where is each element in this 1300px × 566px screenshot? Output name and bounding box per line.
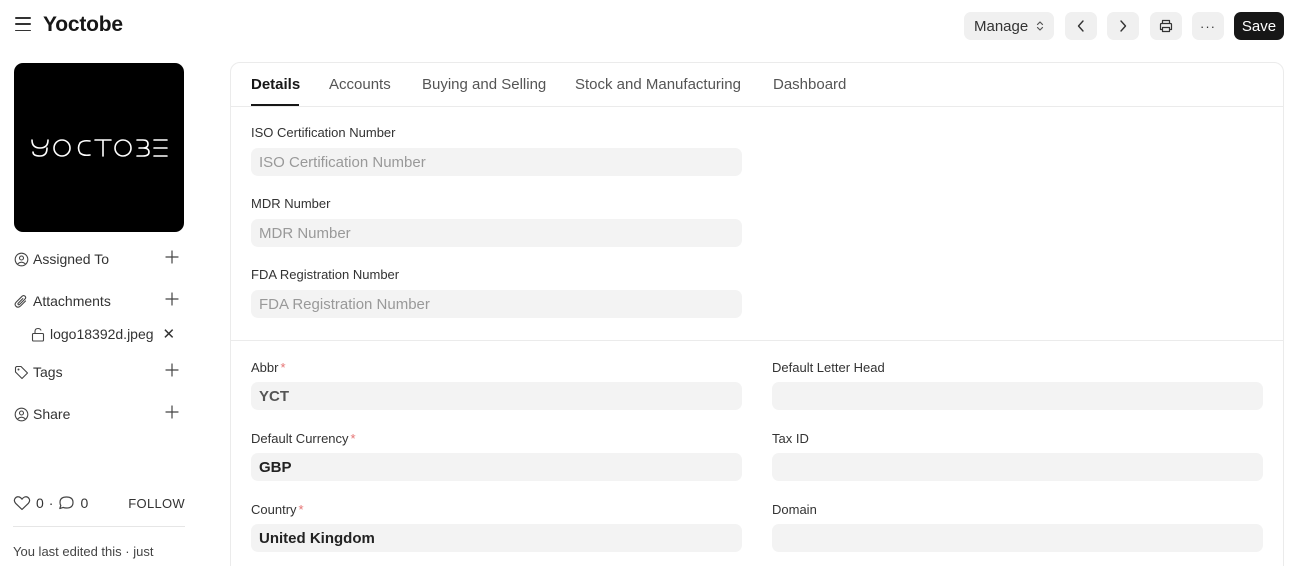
tab-details[interactable]: Details bbox=[251, 76, 300, 93]
sidebar-divider bbox=[13, 526, 185, 527]
tax-id-input[interactable] bbox=[772, 453, 1263, 481]
engagement-stats: 0 · 0 FOLLOW bbox=[13, 492, 185, 514]
default-letter-head-input[interactable] bbox=[772, 382, 1263, 410]
default-currency-label-text: Default Currency bbox=[251, 431, 349, 446]
company-logo[interactable] bbox=[14, 63, 184, 232]
manage-button[interactable]: Manage bbox=[964, 12, 1054, 40]
tags-label: Tags bbox=[33, 364, 63, 380]
country-input[interactable]: United Kingdom bbox=[251, 524, 742, 552]
mdr-number-label: MDR Number bbox=[251, 196, 331, 211]
share-row[interactable]: Share bbox=[13, 403, 183, 425]
tab-buying-and-selling[interactable]: Buying and Selling bbox=[422, 76, 546, 93]
menu-icon[interactable] bbox=[15, 17, 31, 31]
chevron-updown-icon bbox=[1036, 20, 1044, 32]
add-tag-plus-icon[interactable] bbox=[165, 363, 179, 377]
heart-icon[interactable] bbox=[13, 495, 31, 511]
previous-button[interactable] bbox=[1065, 12, 1097, 40]
stats-separator: · bbox=[48, 495, 54, 511]
remove-attachment-close-icon[interactable]: ✕ bbox=[163, 325, 176, 343]
tab-dashboard[interactable]: Dashboard bbox=[773, 76, 846, 93]
abbr-input[interactable]: YCT bbox=[251, 382, 742, 410]
more-options-button[interactable]: ··· bbox=[1192, 12, 1224, 40]
printer-icon bbox=[1159, 19, 1173, 33]
user-add-icon bbox=[13, 251, 29, 267]
assigned-to-label: Assigned To bbox=[33, 251, 110, 267]
required-asterisk: * bbox=[280, 360, 286, 375]
tab-accounts[interactable]: Accounts bbox=[329, 76, 391, 93]
chevron-left-icon bbox=[1077, 20, 1084, 32]
tags-row[interactable]: Tags bbox=[13, 361, 183, 383]
print-button[interactable] bbox=[1150, 12, 1182, 40]
attachment-file-item[interactable]: logo18392d.jpeg ✕ bbox=[30, 323, 190, 345]
share-label: Share bbox=[33, 406, 71, 422]
default-currency-label: Default Currency * bbox=[251, 431, 356, 446]
country-label-text: Country bbox=[251, 502, 297, 517]
domain-label: Domain bbox=[772, 502, 817, 517]
last-edited-text: You last edited this · just bbox=[13, 544, 154, 559]
comment-icon[interactable] bbox=[58, 495, 75, 511]
save-button[interactable]: Save bbox=[1234, 12, 1284, 40]
tax-id-label: Tax ID bbox=[772, 431, 809, 446]
active-tab-indicator bbox=[251, 104, 299, 106]
section-divider bbox=[231, 340, 1283, 341]
attachments-row[interactable]: Attachments bbox=[13, 290, 183, 312]
paperclip-icon bbox=[13, 293, 29, 309]
comments-count: 0 bbox=[80, 495, 89, 511]
form-card: Details Accounts Buying and Selling Stoc… bbox=[230, 62, 1284, 566]
fda-registration-input[interactable]: FDA Registration Number bbox=[251, 290, 742, 318]
tag-icon bbox=[13, 364, 29, 380]
follow-button[interactable]: FOLLOW bbox=[128, 496, 185, 511]
add-assignee-plus-icon[interactable] bbox=[165, 250, 179, 264]
tab-stock-and-manufacturing[interactable]: Stock and Manufacturing bbox=[575, 76, 741, 93]
required-asterisk: * bbox=[298, 502, 304, 517]
domain-input[interactable] bbox=[772, 524, 1263, 552]
attachments-label: Attachments bbox=[33, 293, 111, 309]
fda-registration-label: FDA Registration Number bbox=[251, 267, 400, 282]
yoctobe-logo-image bbox=[31, 138, 168, 157]
add-attachment-plus-icon[interactable] bbox=[165, 292, 179, 306]
page-title: Yoctobe bbox=[43, 13, 123, 36]
default-letter-head-label: Default Letter Head bbox=[772, 360, 885, 375]
mdr-number-input[interactable]: MDR Number bbox=[251, 219, 742, 247]
chevron-right-icon bbox=[1120, 20, 1127, 32]
assigned-to-row[interactable]: Assigned To bbox=[13, 248, 183, 270]
share-user-icon bbox=[13, 406, 29, 422]
lock-icon bbox=[30, 326, 46, 342]
manage-label: Manage bbox=[974, 17, 1029, 35]
abbr-label: Abbr * bbox=[251, 360, 286, 375]
country-label: Country * bbox=[251, 502, 304, 517]
ellipsis-icon: ··· bbox=[1200, 18, 1216, 34]
default-currency-input[interactable]: GBP bbox=[251, 453, 742, 481]
tab-bar: Details Accounts Buying and Selling Stoc… bbox=[231, 63, 1283, 107]
add-share-plus-icon[interactable] bbox=[165, 405, 179, 419]
iso-certification-input[interactable]: ISO Certification Number bbox=[251, 148, 742, 176]
attachment-filename[interactable]: logo18392d.jpeg bbox=[50, 326, 154, 342]
abbr-label-text: Abbr bbox=[251, 360, 279, 375]
likes-count: 0 bbox=[36, 495, 44, 511]
required-asterisk: * bbox=[350, 431, 356, 446]
iso-certification-label: ISO Certification Number bbox=[251, 125, 396, 140]
next-button[interactable] bbox=[1107, 12, 1139, 40]
